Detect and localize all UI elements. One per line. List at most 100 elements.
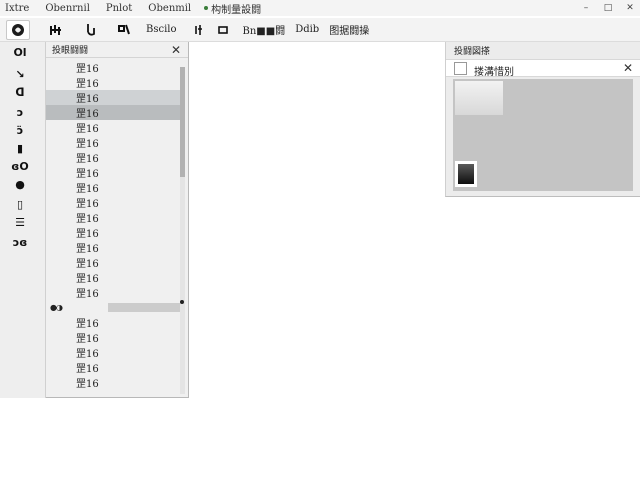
blob-tool-icon[interactable]: ● (8, 176, 32, 192)
layer-row[interactable]: 罡16 (46, 375, 181, 390)
layer-row[interactable]: 罡16 (46, 105, 181, 120)
tool-strip: Ol ↘ ᗡ ɔ ɔ̈ ▮ ɞO ● ▯ ☰ ɔɞ (0, 42, 46, 398)
toolbar: Bscilo Bn■■闘 Ddib 图据闘操 (0, 18, 640, 42)
close-window-button[interactable]: ✕ (624, 3, 636, 13)
layer-row[interactable]: 罡16 (46, 90, 181, 105)
layer-row-label: 罡16 (76, 244, 99, 255)
window-title: 构制量設闘 (211, 4, 262, 16)
maximize-button[interactable]: □ (602, 3, 614, 13)
eye-tool-icon[interactable]: ɔ (8, 104, 32, 120)
layer-row[interactable]: 罡16 (46, 360, 181, 375)
minimize-button[interactable]: – (580, 3, 592, 13)
layer-row[interactable]: 罡16 (46, 165, 181, 180)
close-icon[interactable]: ✕ (623, 61, 633, 75)
preview-panel: 投闘図搽 搂溝惜別 ✕ (445, 42, 640, 197)
grid-tool-button[interactable] (44, 20, 68, 40)
layer-row-label: 罡16 (76, 169, 99, 180)
close-icon[interactable]: ✕ (171, 43, 181, 57)
layer-row[interactable]: 罡16 (46, 180, 181, 195)
layer-row-label: 罡16 (76, 334, 99, 345)
preview-panel-title: 投闘図搽 (454, 47, 491, 57)
layer-row-label: 罡16 (76, 64, 99, 75)
preview-label: 搂溝惜別 (474, 67, 514, 78)
layer-row[interactable]: 罡16 (46, 135, 181, 150)
layer-row-label: 罡16 (76, 139, 99, 150)
foreground-swatch[interactable] (455, 81, 503, 115)
layer-row[interactable]: 罡16 (46, 150, 181, 165)
layer-row[interactable]: 罡16 (46, 330, 181, 345)
layer-row-label: 罡16 (76, 229, 99, 240)
layer-progress-bar (107, 303, 181, 312)
layers-scrollbar[interactable] (180, 67, 185, 394)
layer-row[interactable]: 罡16 (46, 75, 181, 90)
menubar: Ixtre Obenrnil Pnlot Obenmil 构制量設闘 – □ ✕ (0, 0, 640, 16)
layer-row[interactable]: 罡16 (46, 195, 181, 210)
layers-panel-header: 投眼闘闘 ✕ (46, 42, 188, 58)
crop-icon (217, 25, 228, 34)
brush-tool-button[interactable] (112, 20, 136, 40)
shape-tool-icon[interactable]: ɞO (8, 158, 32, 174)
crop-tool-button[interactable] (211, 20, 235, 40)
layer-row-label: 罡16 (76, 349, 99, 360)
rect-tool-icon[interactable]: ▯ (8, 196, 32, 212)
layer-row-label: 罡16 (76, 214, 99, 225)
layers-panel-title: 投眼闘闘 (52, 46, 89, 56)
scroll-marker-icon (180, 300, 184, 304)
layer-row[interactable]: 罡16 (46, 285, 181, 300)
preview-checkbox[interactable] (454, 62, 467, 75)
toolbar-text-2[interactable]: Bn■■闘 (239, 20, 290, 40)
menu-item[interactable]: Obenrnil (42, 3, 93, 14)
toolbar-text-1[interactable]: Bscilo (142, 20, 181, 40)
layer-row-label: 罡16 (76, 274, 99, 285)
layer-row-label: 罡16 (76, 184, 99, 195)
preview-canvas[interactable] (453, 79, 633, 191)
layer-row[interactable]: 罡16 (46, 210, 181, 225)
pencil-tool-icon[interactable]: ↘ (8, 66, 32, 82)
layer-row[interactable]: 罡16 (46, 255, 181, 270)
layer-row-label: 罡16 (76, 364, 99, 375)
gradient-swatch-icon (458, 164, 474, 184)
app-logo-button[interactable] (6, 19, 30, 40)
layer-row-label: 罡16 (76, 109, 99, 120)
toolbar-text-4[interactable]: 图据闘操 (325, 20, 373, 40)
app-window: Ixtre Obenrnil Pnlot Obenmil 构制量設闘 – □ ✕… (0, 0, 640, 480)
menu-item[interactable]: Ixtre (2, 3, 32, 14)
layer-row-special[interactable]: ●◑ (46, 300, 181, 315)
layer-row[interactable]: 罡16 (46, 315, 181, 330)
menu-item[interactable]: Pnlot (103, 3, 135, 14)
frame-tool-icon[interactable]: ᗡ (8, 84, 32, 100)
preview-subheader: 搂溝惜別 ✕ (446, 59, 640, 78)
pen-tool-button[interactable] (187, 20, 211, 40)
layers-panel: 投眼闘闘 ✕ 罡16 罡16 罡16 罡16 罡16 罡16 罡16 罡16 罡16 罡16 罡16… (46, 42, 189, 398)
lasso-tool-icon[interactable]: ɔ̈ (8, 122, 32, 138)
layer-row-label: 罡16 (76, 259, 99, 270)
hand-icon (87, 23, 95, 36)
layer-row[interactable]: 罡16 (46, 345, 181, 360)
scroll-thumb[interactable] (180, 67, 185, 177)
select-tool-icon[interactable]: Ol (8, 44, 32, 60)
menu-item[interactable]: Obenmil (145, 3, 194, 14)
grid-icon (50, 24, 61, 35)
layer-row-label: 罡16 (76, 199, 99, 210)
layer-row-label: 罡16 (76, 289, 99, 300)
layer-row[interactable]: 罡16 (46, 60, 181, 75)
layer-row[interactable]: 罡16 (46, 240, 181, 255)
misc-tool-icon[interactable]: ɔɞ (8, 234, 32, 250)
logo-icon (12, 23, 24, 36)
layer-list[interactable]: 罡16 罡16 罡16 罡16 罡16 罡16 罡16 罡16 罡16 罡16 罡16 罡16 罡16 罡… (46, 60, 181, 396)
window-controls: – □ ✕ (580, 0, 636, 16)
layer-row[interactable]: 罡16 (46, 120, 181, 135)
background-swatch[interactable] (455, 161, 477, 187)
layer-visibility-icon[interactable]: ●◑ (50, 303, 63, 312)
fill-tool-icon[interactable]: ▮ (8, 140, 32, 156)
toolbar-text-3[interactable]: Ddib (291, 20, 323, 40)
layer-row[interactable]: 罡16 (46, 270, 181, 285)
layer-row[interactable]: 罡16 (46, 225, 181, 240)
layer-row-label: 罡16 (76, 79, 99, 90)
hand-tool-button[interactable] (78, 20, 102, 40)
brush-icon (118, 24, 130, 34)
layer-row-label: 罡16 (76, 379, 99, 390)
layer-row-label: 罡16 (76, 319, 99, 330)
stack-tool-icon[interactable]: ☰ (8, 214, 32, 230)
layer-row-label: 罡16 (76, 154, 99, 165)
